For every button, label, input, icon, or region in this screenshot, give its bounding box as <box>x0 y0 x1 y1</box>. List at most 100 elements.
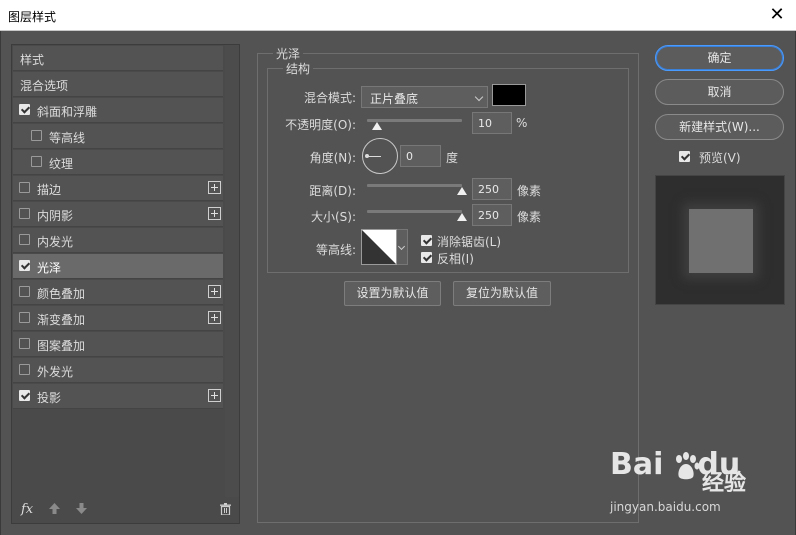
style-checkbox[interactable] <box>19 234 30 245</box>
style-item[interactable]: 纹理 <box>13 150 223 175</box>
style-label: 斜面和浮雕 <box>37 105 98 119</box>
style-item[interactable]: 等高线 <box>13 124 223 149</box>
size-slider-thumb[interactable] <box>457 213 467 221</box>
style-item[interactable]: 渐变叠加 <box>13 306 223 331</box>
anti-alias-label: 消除锯齿(L) <box>437 235 502 249</box>
watermark-cn: 经验 <box>702 471 747 496</box>
add-icon[interactable] <box>208 389 221 402</box>
add-icon[interactable] <box>208 311 221 324</box>
angle-label: 角度(N): <box>309 151 356 165</box>
distance-slider-thumb[interactable] <box>457 187 467 195</box>
size-slider-track[interactable] <box>367 210 462 213</box>
style-item[interactable]: 光泽 <box>13 254 223 279</box>
angle-dial[interactable] <box>362 138 398 174</box>
add-icon[interactable] <box>208 207 221 220</box>
move-down-icon[interactable] <box>75 502 88 515</box>
preview-thumbnail <box>655 175 785 305</box>
style-label: 描边 <box>37 183 62 197</box>
style-item[interactable]: 图案叠加 <box>13 332 223 357</box>
opacity-unit: % <box>516 116 528 130</box>
style-checkbox[interactable] <box>19 390 30 401</box>
style-label: 外发光 <box>37 365 74 379</box>
angle-center-dot <box>365 154 369 158</box>
satin-color-swatch[interactable] <box>492 84 526 106</box>
invert-label: 反相(I) <box>437 252 474 266</box>
make-default-button[interactable]: 设置为默认值 <box>344 281 441 306</box>
cancel-button[interactable]: 取消 <box>655 79 784 105</box>
add-icon[interactable] <box>208 285 221 298</box>
distance-unit: 像素 <box>517 184 542 198</box>
style-label: 样式 <box>20 53 45 67</box>
style-item[interactable]: 投影 <box>13 384 223 409</box>
trash-icon[interactable] <box>220 503 231 515</box>
size-unit: 像素 <box>517 210 542 224</box>
invert-checkbox[interactable] <box>421 252 432 263</box>
style-item[interactable]: 样式 <box>13 46 223 71</box>
size-input[interactable]: 250 <box>472 204 512 226</box>
reset-default-button[interactable]: 复位为默认值 <box>453 281 551 306</box>
chevron-down-icon <box>397 242 406 251</box>
style-checkbox[interactable] <box>19 364 30 375</box>
anti-alias-checkbox[interactable] <box>421 235 432 246</box>
contour-dropdown[interactable] <box>397 229 408 265</box>
opacity-input[interactable]: 10 <box>472 112 512 134</box>
style-checkbox[interactable] <box>19 104 30 115</box>
style-checkbox[interactable] <box>19 182 30 193</box>
ok-button[interactable]: 确定 <box>655 45 784 71</box>
distance-label: 距离(D): <box>309 184 356 198</box>
distance-slider-track[interactable] <box>367 184 462 187</box>
fx-icon[interactable]: fx <box>21 502 33 517</box>
structure-group-title: 结构 <box>283 60 314 77</box>
style-item[interactable]: 外发光 <box>13 358 223 383</box>
angle-input[interactable]: 0 <box>400 145 441 167</box>
preview-checkbox[interactable] <box>679 151 690 162</box>
styles-scrollbar[interactable] <box>225 45 239 497</box>
preview-label: 预览(V) <box>699 151 741 165</box>
blend-mode-value: 正片叠底 <box>370 92 419 106</box>
opacity-slider-thumb[interactable] <box>371 122 382 130</box>
styles-bottom-bar: fx <box>13 497 240 523</box>
style-item[interactable]: 颜色叠加 <box>13 280 223 305</box>
style-checkbox[interactable] <box>19 286 30 297</box>
add-icon[interactable] <box>208 181 221 194</box>
contour-label: 等高线: <box>315 243 356 257</box>
baidu-watermark: Bai du 经验 jingyan.baidu.com <box>610 447 790 517</box>
style-checkbox[interactable] <box>19 208 30 219</box>
size-label: 大小(S): <box>310 210 356 224</box>
paw-logo-icon <box>676 452 700 480</box>
style-label: 渐变叠加 <box>37 313 86 327</box>
style-label: 图案叠加 <box>37 339 86 353</box>
style-label: 颜色叠加 <box>37 287 86 301</box>
style-checkbox[interactable] <box>31 130 42 141</box>
contour-preview[interactable] <box>361 229 397 265</box>
style-label: 等高线 <box>49 131 86 145</box>
style-label: 内阴影 <box>37 209 74 223</box>
style-label: 投影 <box>37 391 62 405</box>
angle-unit: 度 <box>446 151 459 165</box>
style-item[interactable]: 混合选项 <box>13 72 223 97</box>
watermark-url: jingyan.baidu.com <box>610 500 721 514</box>
preview-square <box>689 209 753 273</box>
style-item[interactable]: 描边 <box>13 176 223 201</box>
opacity-label: 不透明度(O): <box>285 118 356 132</box>
contour-curve <box>362 230 396 264</box>
style-label: 光泽 <box>37 261 62 275</box>
style-checkbox[interactable] <box>19 312 30 323</box>
distance-input[interactable]: 250 <box>472 178 512 200</box>
style-item[interactable]: 斜面和浮雕 <box>13 98 223 123</box>
window-title: 图层样式 <box>8 10 57 24</box>
style-checkbox[interactable] <box>19 260 30 271</box>
style-item[interactable]: 内发光 <box>13 228 223 253</box>
chevron-down-icon <box>474 92 484 102</box>
close-icon[interactable]: ✕ <box>766 4 788 26</box>
blend-mode-select[interactable]: 正片叠底 <box>361 86 488 108</box>
blend-mode-label: 混合模式: <box>303 91 356 105</box>
style-label: 混合选项 <box>20 79 69 93</box>
style-checkbox[interactable] <box>19 338 30 349</box>
title-bar: 图层样式 ✕ <box>0 0 796 31</box>
move-up-icon[interactable] <box>48 502 61 515</box>
style-checkbox[interactable] <box>31 156 42 167</box>
styles-panel: 样式混合选项斜面和浮雕等高线纹理描边内阴影内发光光泽颜色叠加渐变叠加图案叠加外发… <box>11 44 240 524</box>
new-style-button[interactable]: 新建样式(W)... <box>655 114 784 140</box>
style-item[interactable]: 内阴影 <box>13 202 223 227</box>
